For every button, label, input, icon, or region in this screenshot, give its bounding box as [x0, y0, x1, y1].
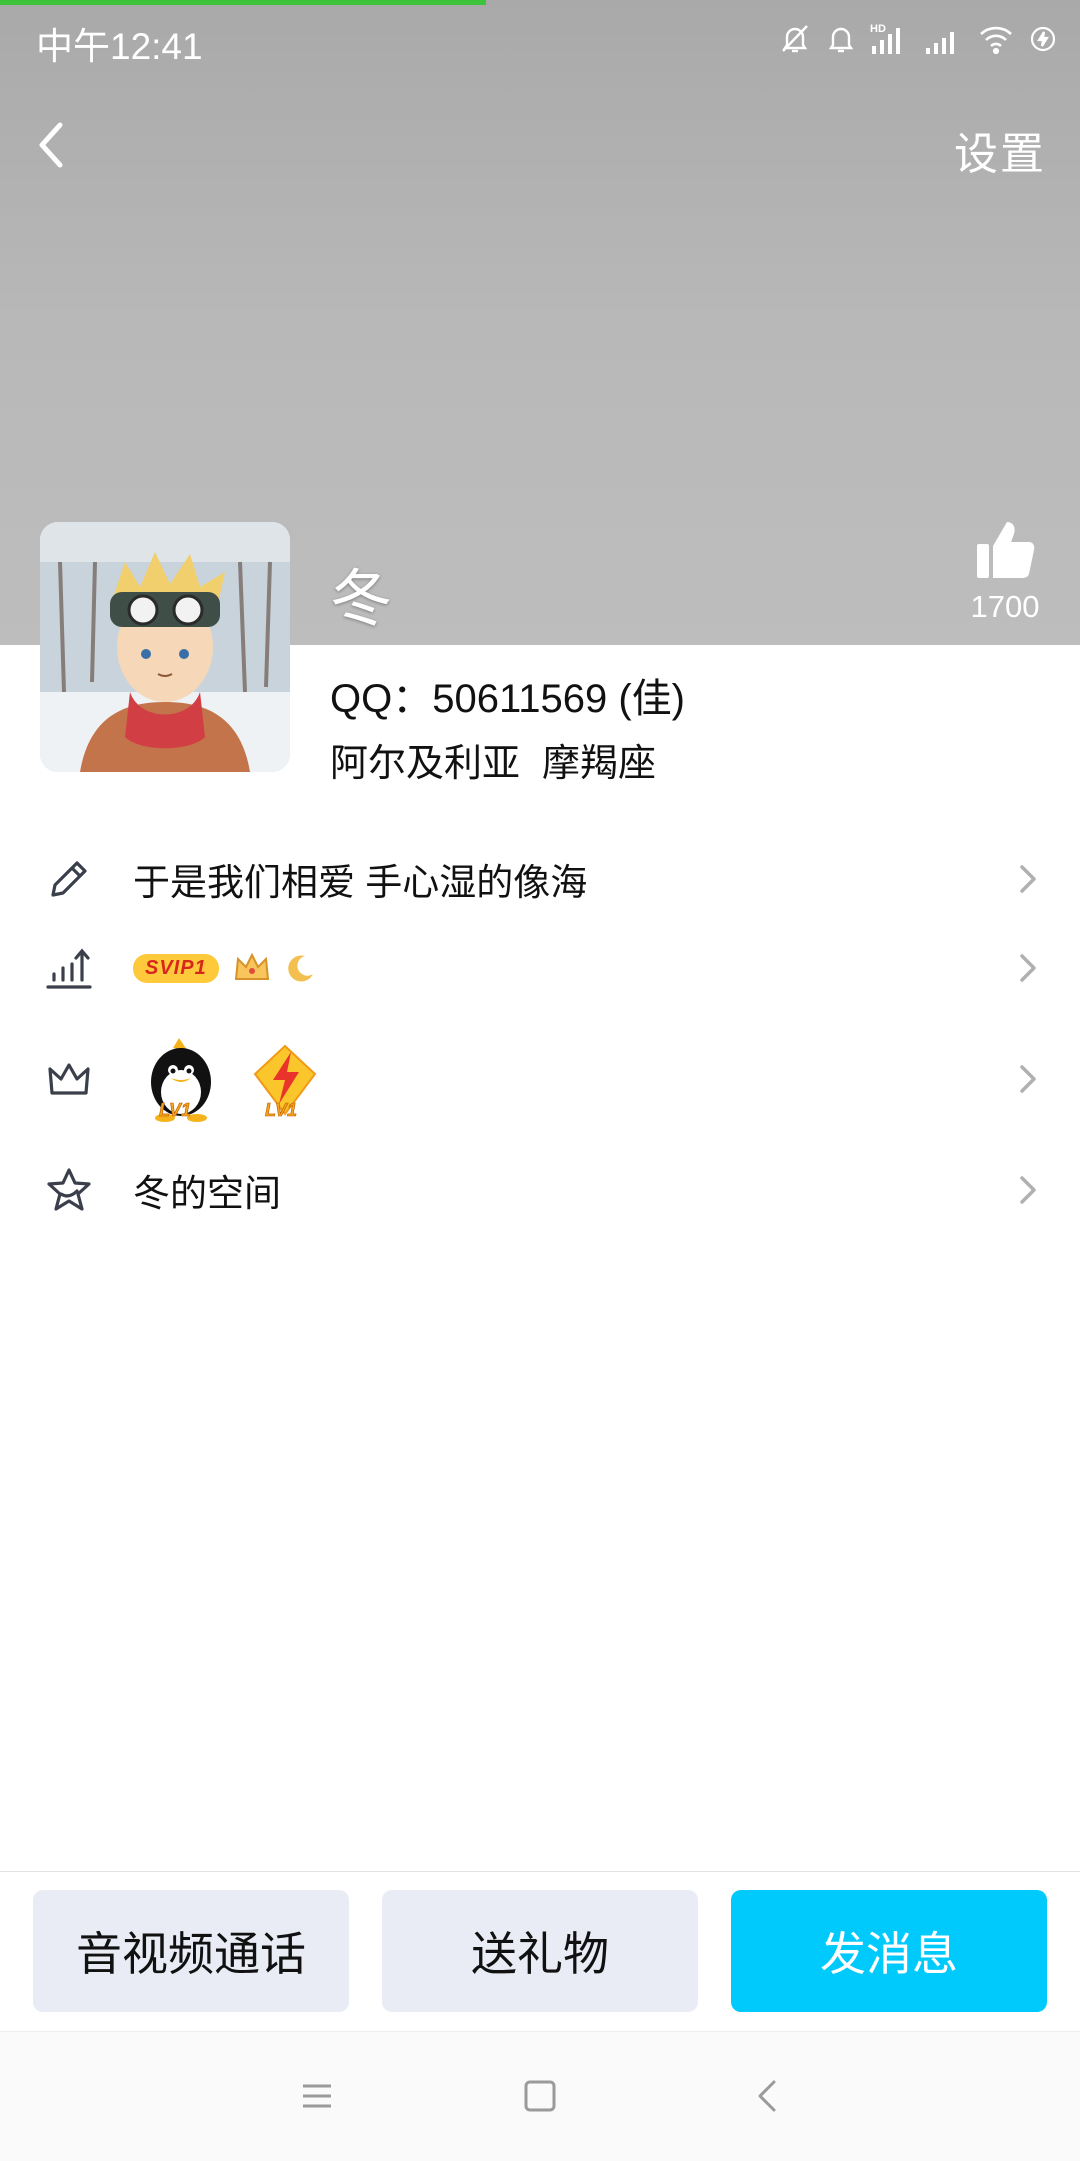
settings-button[interactable]: 设置	[954, 118, 1046, 182]
action-bar: 音视频通话 送礼物 发消息	[0, 1871, 1080, 2032]
vip-badges: SVIP1	[133, 951, 317, 985]
charging-icon	[1028, 24, 1058, 54]
level-up-icon	[44, 943, 94, 993]
qzone-row[interactable]: 冬的空间	[0, 1145, 1080, 1235]
like-count: 1700	[970, 589, 1040, 624]
speed-level-label: LV1	[265, 1100, 298, 1121]
menu-icon[interactable]	[295, 2074, 339, 2118]
like-button[interactable]: 1700	[960, 518, 1050, 625]
home-icon[interactable]	[518, 2074, 562, 2118]
chevron-right-icon	[1020, 1065, 1036, 1093]
signal-icon	[924, 22, 964, 56]
chevron-right-icon	[1020, 954, 1036, 982]
chevron-right-icon	[1020, 865, 1036, 893]
level-badges: LV1 LV1	[143, 1034, 323, 1124]
crown-icon	[44, 1054, 94, 1104]
bell-icon	[826, 23, 856, 55]
thumbs-up-icon	[977, 522, 1035, 578]
chevron-right-icon	[1020, 1176, 1036, 1204]
signature-text: 于是我们相爱 手心湿的像海	[133, 862, 588, 903]
qq-level-badge: LV1	[143, 1034, 219, 1124]
qzone-label: 冬的空间	[133, 1173, 281, 1214]
hd-signal-icon: HD	[870, 22, 910, 56]
system-nav-bar	[0, 2031, 1080, 2161]
nickname: 冬	[330, 565, 393, 634]
back-icon[interactable]	[746, 2074, 790, 2118]
location-zodiac: 阿尔及利亚 摩羯座	[330, 732, 656, 787]
send-message-button[interactable]: 发消息	[731, 1890, 1047, 2012]
vip-row[interactable]: SVIP1	[0, 923, 1080, 1013]
chevron-left-icon	[39, 122, 63, 168]
star-icon	[44, 1165, 94, 1215]
back-button[interactable]	[22, 110, 92, 180]
svip-badge: SVIP1	[133, 953, 219, 983]
avatar[interactable]	[40, 522, 290, 772]
mute-bell-icon	[778, 22, 812, 56]
status-bar: 中午12:41 HD	[0, 0, 1080, 80]
zodiac: 摩羯座	[542, 743, 657, 785]
video-call-button[interactable]: 音视频通话	[33, 1890, 349, 2012]
signature-row[interactable]: 于是我们相爱 手心湿的像海	[0, 834, 1080, 924]
region: 阿尔及利亚	[330, 743, 521, 785]
pencil-icon	[44, 854, 94, 904]
wifi-icon	[978, 24, 1014, 54]
send-gift-button[interactable]: 送礼物	[382, 1890, 698, 2012]
svg-text:HD: HD	[870, 23, 886, 35]
speed-level-badge: LV1	[247, 1034, 323, 1124]
crown-badge-icon	[234, 952, 269, 980]
moon-badge-icon	[287, 955, 313, 982]
qq-level-label: LV1	[159, 1100, 192, 1121]
status-time: 中午12:41	[36, 26, 203, 67]
status-icons: HD	[778, 16, 1058, 62]
level-row[interactable]: LV1 LV1	[0, 1034, 1080, 1124]
qq-number[interactable]: QQ：50611569 (佳)	[330, 666, 685, 724]
